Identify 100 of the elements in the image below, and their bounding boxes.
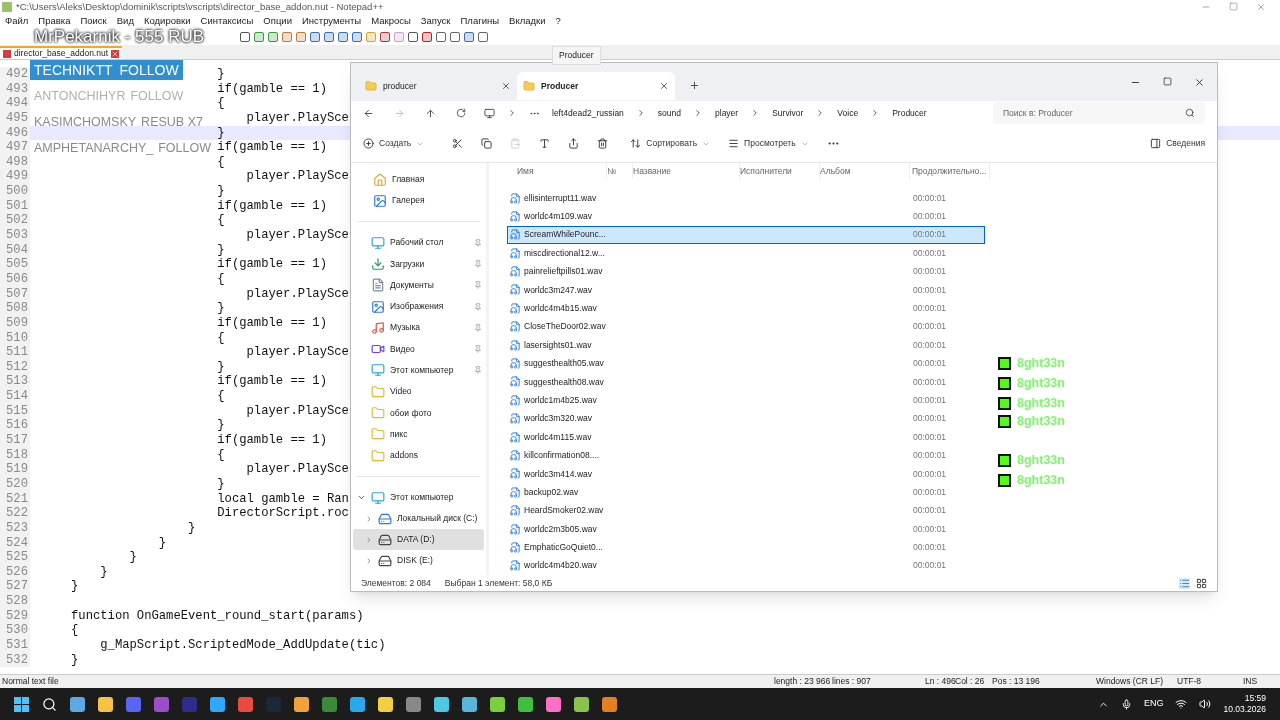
up-icon[interactable] [425, 107, 436, 119]
toolbar-icon[interactable] [352, 31, 362, 42]
app-icon[interactable] [350, 696, 365, 712]
toolbar-icon[interactable] [310, 31, 320, 42]
breadcrumb-item[interactable]: player [715, 106, 739, 120]
file-row[interactable]: suggesthealth08.wav 00:00:01 [507, 372, 985, 392]
file-row[interactable]: suggesthealth05.wav 00:00:01 [507, 354, 985, 373]
tree-item[interactable]: Локальный диск (C:) [353, 508, 484, 530]
cut-icon[interactable] [452, 138, 464, 149]
menu-item[interactable]: Инструменты [301, 13, 362, 29]
refresh-icon[interactable] [456, 108, 466, 118]
column-header[interactable]: № [607, 163, 633, 179]
tree-item[interactable]: Этот компьютер [351, 487, 486, 509]
nav-item[interactable]: пикс [351, 423, 486, 445]
app-icon[interactable] [434, 696, 449, 712]
toolbar-icon[interactable] [324, 31, 334, 42]
file-row[interactable]: worldc3m247.wav 00:00:01 [507, 280, 985, 300]
search-field[interactable]: Поиск в: Producer [993, 102, 1205, 124]
toolbar-icon[interactable] [254, 31, 264, 42]
breadcrumb-item[interactable]: Voice [837, 106, 859, 120]
nav-item[interactable]: Рабочий стол [351, 232, 486, 254]
toolbar-icon[interactable] [422, 31, 432, 42]
menu-item[interactable]: Поиск [80, 13, 107, 29]
tree-item[interactable]: DATA (D:) [353, 529, 484, 551]
start-icon[interactable] [14, 696, 29, 712]
breadcrumb-item[interactable]: Producer [892, 106, 927, 120]
toolbar-icon[interactable] [408, 31, 418, 42]
file-row[interactable]: backup02.wav 00:00:01 [507, 483, 985, 502]
toolbar-icon[interactable] [464, 31, 474, 42]
column-header[interactable]: Продолжительно... [910, 163, 990, 179]
menu-item[interactable]: Синтаксисы [200, 13, 254, 29]
new-tab-icon[interactable] [689, 79, 700, 91]
details-view-icon[interactable] [1179, 577, 1190, 589]
app-icon[interactable] [602, 696, 617, 712]
microphone-icon[interactable] [1120, 698, 1132, 710]
menu-item[interactable]: ? [555, 13, 561, 29]
breadcrumb-item[interactable]: left4dead2_russian [552, 106, 624, 120]
nav-item[interactable]: Музыка [351, 317, 486, 339]
toolbar-icon[interactable] [478, 31, 488, 42]
app-icon[interactable] [98, 696, 113, 712]
file-row[interactable]: EmphaticGoQuiet0... 00:00:01 [507, 538, 985, 557]
nav-item[interactable]: Видео [351, 338, 486, 360]
app-icon[interactable] [518, 696, 533, 712]
menu-item[interactable]: Файл [5, 13, 29, 29]
tiles-view-icon[interactable] [1196, 577, 1207, 589]
app-icon[interactable] [378, 696, 393, 712]
column-header[interactable]: Исполнители [740, 163, 820, 179]
rename-icon[interactable] [539, 138, 551, 149]
file-row[interactable]: worldc3m414.wav 00:00:01 [507, 464, 985, 484]
search-icon[interactable] [42, 696, 57, 712]
toolbar-icon[interactable] [450, 31, 460, 42]
toolbar-icon[interactable] [380, 31, 390, 42]
column-header[interactable]: Альбом [820, 163, 910, 179]
close-icon[interactable] [501, 81, 511, 91]
nav-item[interactable]: Галерея [351, 190, 486, 211]
file-row[interactable]: lasersights01.wav 00:00:01 [507, 335, 985, 355]
nav-item[interactable]: Документы [351, 274, 486, 296]
create-button[interactable]: Создать [363, 137, 425, 150]
file-row[interactable]: HeardSmoker02.wav 00:00:01 [507, 501, 985, 520]
chevron-icon[interactable] [365, 556, 373, 565]
app-icon[interactable] [406, 696, 421, 712]
chevron-icon[interactable] [365, 514, 373, 523]
window-tab[interactable]: Producer [517, 72, 675, 100]
toolbar-icon[interactable] [282, 31, 292, 42]
app-icon[interactable] [462, 696, 477, 712]
file-row[interactable]: worldc4m115.wav 00:00:01 [507, 427, 985, 447]
details-button[interactable]: Сведения [1150, 137, 1205, 150]
address-bar[interactable]: left4dead2_russian sound player Survivor Voice Producer [476, 102, 966, 124]
file-row[interactable]: worldc1m4b25.wav 00:00:01 [507, 391, 985, 410]
sort-button[interactable]: Сортировать [630, 137, 711, 150]
volume-icon[interactable] [1199, 698, 1212, 710]
close-icon[interactable] [659, 81, 669, 91]
menu-item[interactable]: Вкладки [509, 13, 546, 29]
file-row[interactable]: worldc4m4b15.wav 00:00:01 [507, 299, 985, 318]
file-row[interactable]: ellisinterrupt11.wav 00:00:01 [507, 188, 985, 208]
network-icon[interactable] [1175, 698, 1188, 710]
file-row[interactable]: painrelieftpills01.wav 00:00:01 [507, 262, 985, 281]
nav-item[interactable]: Video [351, 381, 486, 403]
toolbar-icon[interactable] [240, 31, 250, 42]
column-header[interactable]: Название [633, 163, 740, 179]
app-icon[interactable] [294, 696, 309, 712]
nav-item[interactable]: обои фото [351, 402, 486, 424]
view-button[interactable]: Просмотреть [728, 137, 809, 150]
file-row[interactable]: worldc4m109.wav 00:00:01 [507, 207, 985, 226]
toolbar-icon[interactable] [268, 31, 278, 42]
app-icon[interactable] [574, 696, 589, 712]
nav-item[interactable]: Этот компьютер [351, 359, 486, 382]
menu-item[interactable]: Кодировки [143, 13, 191, 29]
nav-item[interactable]: Главная [351, 169, 486, 190]
nav-item[interactable]: addons [351, 444, 486, 467]
toolbar-icon[interactable] [436, 31, 446, 42]
window-tab[interactable]: producer [359, 72, 517, 100]
nav-item[interactable]: Загрузки [351, 253, 486, 275]
file-row[interactable]: killconfirmation08.... 00:00:01 [507, 446, 985, 465]
breadcrumb-item[interactable]: sound [657, 106, 681, 120]
editor-tab[interactable]: director_base_addon.nut [0, 46, 123, 59]
delete-icon[interactable] [597, 138, 609, 149]
column-header[interactable]: Имя [507, 163, 607, 179]
file-row[interactable]: worldc3m320.wav 00:00:01 [507, 409, 985, 428]
share-icon[interactable] [568, 138, 580, 149]
